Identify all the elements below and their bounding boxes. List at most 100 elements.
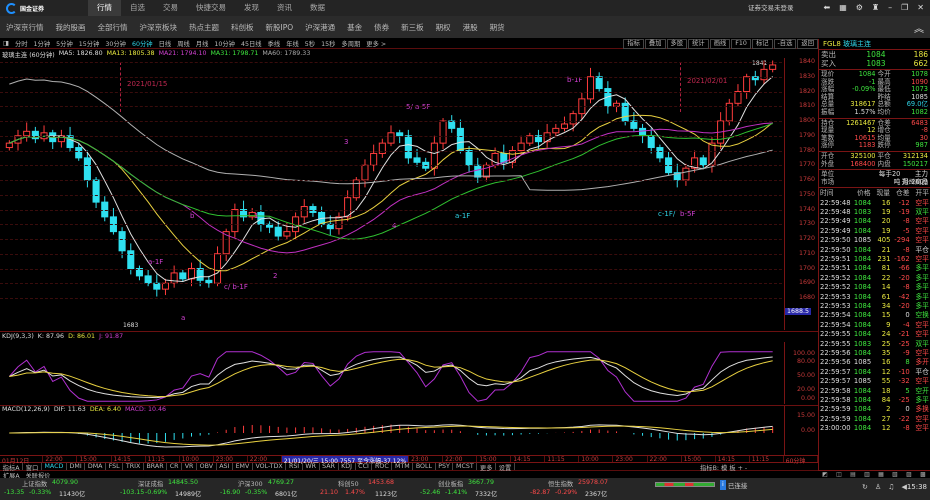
nav-tab[interactable]: 行情 (88, 0, 121, 16)
toolbar-action[interactable]: 指标 (623, 39, 644, 49)
indicator-tab[interactable]: RSI (286, 463, 303, 470)
panel-icon[interactable]: ▧ (892, 471, 898, 478)
submenu-item[interactable]: 期货 (484, 22, 511, 33)
close-icon[interactable]: ✕ (917, 0, 924, 16)
indicator-tab[interactable]: PSY (436, 463, 454, 470)
indicator-tab[interactable]: 指标A (0, 463, 24, 472)
indicator-tab[interactable]: OBV (197, 463, 217, 470)
indicator-tab[interactable]: ROC (372, 463, 393, 470)
minimize-icon[interactable]: – (888, 0, 892, 16)
toolbar-action[interactable]: 叠加 (644, 39, 666, 49)
period-tab[interactable]: 多周期 (338, 39, 363, 48)
toolbar-action[interactable]: 多股 (666, 39, 688, 49)
period-tab[interactable]: 1分钟 (31, 39, 54, 48)
connection-status[interactable]: i 已连接 (720, 480, 747, 490)
toolbar-action[interactable]: 返回 (797, 39, 818, 49)
index-name[interactable]: 深证成指 (138, 479, 163, 488)
indicator-tab[interactable]: MTM (392, 463, 414, 470)
indicator-tab[interactable]: WR (303, 463, 320, 470)
period-tab[interactable]: 日线 (156, 39, 175, 48)
submenu-item[interactable]: 新三板 (395, 22, 430, 33)
indicator-tab[interactable]: FSL (106, 463, 124, 470)
indicator-tab[interactable]: DMA (85, 463, 107, 470)
submenu-item[interactable]: 热点主题 (183, 22, 225, 33)
period-tab[interactable]: 60分钟 (129, 39, 156, 48)
panel-icon[interactable]: ▩ (920, 471, 926, 478)
period-tab[interactable]: 15秒 (318, 39, 338, 48)
panel-icon[interactable]: ▦ (878, 471, 884, 478)
panel-icon[interactable]: ◫ (836, 471, 842, 478)
period-tab[interactable]: 季线 (265, 39, 284, 48)
indicator-tab[interactable]: 更多 (477, 463, 497, 472)
period-tab[interactable]: 15分钟 (76, 39, 103, 48)
restore-icon[interactable]: ❐ (901, 0, 908, 16)
login-status[interactable]: 证券交易未登录 (748, 0, 794, 16)
ext-tab[interactable]: 扩展A (0, 471, 23, 480)
back-arrow-icon[interactable]: ⬅ (824, 0, 831, 16)
submenu-item[interactable]: 沪深京板块 (134, 22, 184, 33)
nav-tab[interactable]: 交易 (154, 0, 187, 16)
indicator-tab[interactable]: DMI (67, 463, 86, 470)
panel-icon[interactable]: ◩ (822, 471, 828, 478)
ext-tab[interactable]: 关联报价 (23, 471, 54, 480)
period-tab[interactable]: 周线 (174, 39, 193, 48)
index-name[interactable]: 恒生指数 (548, 479, 573, 488)
period-tab[interactable]: 月线 (193, 39, 212, 48)
period-tab[interactable]: 10分钟 (211, 39, 238, 48)
submenu-item[interactable]: 基金 (341, 22, 368, 33)
index-name[interactable]: 创业板指 (438, 479, 463, 488)
indicator-tab[interactable]: TRIX (123, 463, 144, 470)
period-tab[interactable]: 5分钟 (53, 39, 76, 48)
indicator-tab[interactable]: 窗口 (23, 463, 42, 472)
panel-icon[interactable]: ▤ (850, 471, 856, 478)
macd-chart[interactable] (0, 414, 782, 455)
submenu-item[interactable]: 全部行情 (92, 22, 134, 33)
indicator-tab[interactable]: VOL-TDX (253, 463, 287, 470)
toolbar-action[interactable]: 标记 (751, 39, 773, 49)
nav-tab[interactable]: 数据 (301, 0, 334, 16)
period-tab[interactable]: 更多 > (363, 39, 389, 48)
toolbar-action[interactable]: F10 (731, 39, 751, 49)
nav-tab[interactable]: 自选 (121, 0, 154, 16)
refresh-icon[interactable]: ↻ (862, 483, 868, 492)
submenu-item[interactable]: 期权 (430, 22, 457, 33)
submenu-item[interactable]: 沪深京行情 (0, 22, 50, 33)
submenu-item[interactable]: 港股 (457, 22, 484, 33)
indicator-tab[interactable]: EMV (233, 463, 253, 470)
submenu-item[interactable]: 债券 (368, 22, 395, 33)
indicator-tab[interactable]: BRAR (144, 463, 168, 470)
submenu-item[interactable]: 新股IPO (260, 22, 300, 33)
indicator-tab[interactable]: ASI (217, 463, 233, 470)
indicator-tab[interactable]: MACD (42, 463, 67, 470)
indicator-tab[interactable]: BOLL (413, 463, 436, 470)
user-icon[interactable]: ♙ (875, 483, 881, 492)
submenu-item[interactable]: 我的股画 (50, 22, 92, 33)
trade-ticks[interactable]: 时间 价格 现量 仓差 开平 22:59:48 1084 16 -12 空平 22:59:48 108… (819, 189, 930, 433)
collapse-chevron-icon[interactable]: ︽ (914, 20, 924, 35)
indicator-tab[interactable]: MCST (453, 463, 478, 470)
nav-tab[interactable]: 快捷交易 (187, 0, 235, 16)
pane-divider[interactable] (0, 331, 818, 332)
bell-icon[interactable]: ♫ (888, 483, 894, 492)
toolbar-action[interactable]: 画线 (709, 39, 731, 49)
indicator-tab[interactable]: 设置 (496, 463, 515, 472)
submenu-item[interactable]: 科创板 (225, 22, 260, 33)
indicator-tab[interactable]: CR (167, 463, 183, 470)
indicator-tab[interactable]: SAR (320, 463, 339, 470)
index-name[interactable]: 上证指数 (22, 479, 47, 488)
nav-tab[interactable]: 发现 (235, 0, 268, 16)
toolbar-action[interactable]: -自选 (773, 39, 797, 49)
skin-shirt-icon[interactable]: ♜ (872, 0, 879, 16)
chart-toggle-icon[interactable]: ◨ (0, 40, 12, 47)
period-tab[interactable]: 分时 (12, 39, 31, 48)
panel-icon[interactable]: ▨ (906, 471, 912, 478)
period-tab[interactable]: 30分钟 (102, 39, 129, 48)
period-tab[interactable]: 年线 (283, 39, 302, 48)
kdj-chart[interactable] (0, 342, 782, 404)
nav-tab[interactable]: 资讯 (268, 0, 301, 16)
period-tab[interactable]: 5秒 (302, 39, 318, 48)
submenu-item[interactable]: 沪深港通 (299, 22, 341, 33)
indicator-b-controls[interactable]: 指标B: 模 板 + - (700, 463, 747, 472)
index-name[interactable]: 沪深300 (238, 479, 263, 488)
period-tab[interactable]: 45日线 (238, 39, 265, 48)
